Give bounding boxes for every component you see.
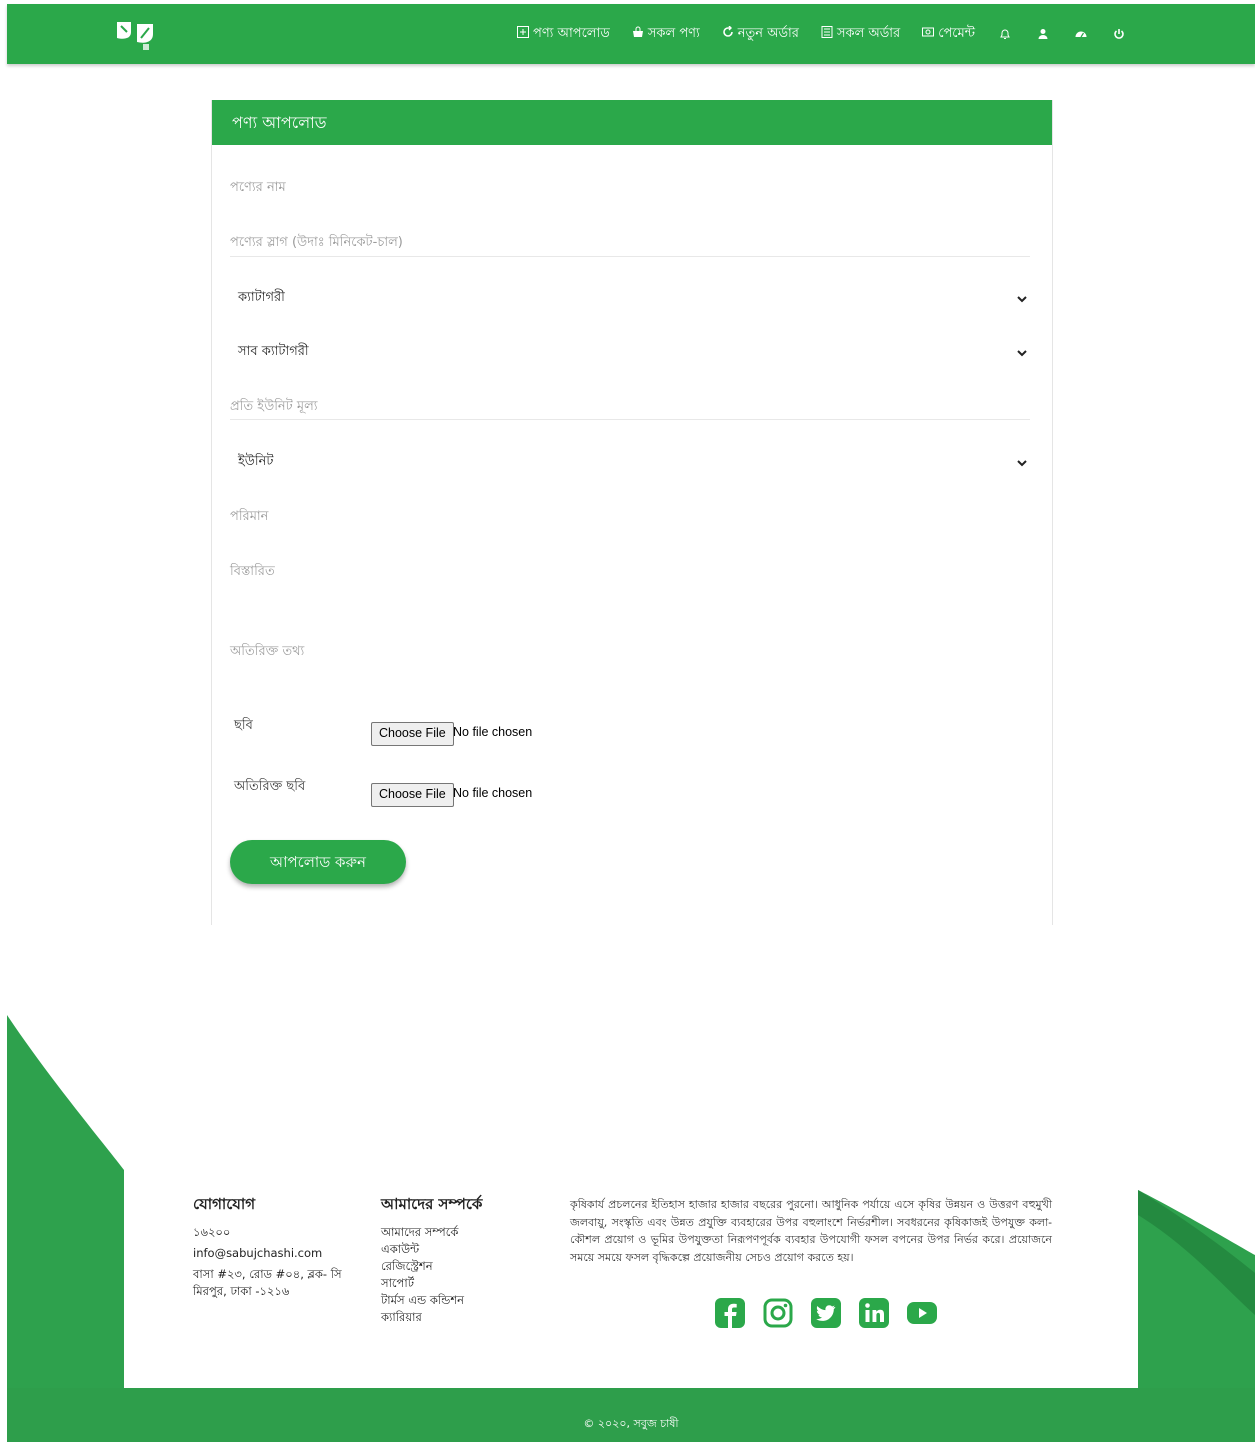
youtube-icon[interactable] [906, 1297, 938, 1329]
quantity-input[interactable]: পরিমান [230, 507, 1030, 528]
card-title: পণ্য আপলোড [212, 100, 1052, 145]
bag-icon [632, 26, 644, 42]
footer-address-line1: বাসা #২৩, রোড #০৪, ব্লক- সি [193, 1267, 342, 1281]
footer-email[interactable]: info@sabujchashi.com [193, 1245, 342, 1262]
choose-image-button[interactable]: Choose File [371, 722, 454, 746]
image-file-status: No file chosen [453, 725, 533, 739]
choose-extra-image-button[interactable]: Choose File [371, 783, 454, 807]
chevron-down-icon [1017, 459, 1027, 466]
chevron-down-icon [1017, 295, 1027, 302]
footer-link-registration[interactable]: রেজিস্ট্রেশন [381, 1258, 482, 1275]
image-label: ছবি [234, 718, 253, 733]
copyright-text: © ২০২০, সবুজ চাষী [583, 1417, 679, 1430]
extra-info-textarea[interactable]: অতিরিক্ত তথ্য [230, 642, 1030, 702]
nav-payment[interactable]: পেমেন্ট [922, 24, 975, 45]
category-label: ক্যাটাগরী [238, 290, 285, 305]
unit-label: ইউনিট [238, 454, 274, 469]
nav-label: পণ্য আপলোড [533, 25, 610, 41]
footer-contact: যোগাযোগ ১৬২০০ info@sabujchashi.com বাসা … [193, 1193, 342, 1300]
footer-link-terms[interactable]: টার্মস এন্ড কন্ডিশন [381, 1292, 482, 1309]
money-icon [922, 26, 935, 42]
plus-square-icon [517, 26, 529, 42]
subcategory-label: সাব ক্যাটাগরী [238, 344, 309, 359]
logo-icon[interactable] [115, 18, 159, 54]
twitter-icon[interactable] [810, 1297, 842, 1329]
list-icon [821, 26, 833, 42]
social-links [714, 1297, 938, 1329]
nav-label: সকল অর্ডার [836, 25, 901, 41]
power-icon[interactable] [1111, 26, 1127, 42]
nav-product-upload[interactable]: পণ্য আপলোড [517, 24, 610, 45]
extra-image-label: অতিরিক্ত ছবি [234, 779, 306, 794]
nav-all-orders[interactable]: সকল অর্ডার [821, 24, 900, 45]
footer-address-line2: মিরপুর, ঢাকা -১২১৬ [193, 1284, 290, 1298]
top-navbar: পণ্য আপলোড সকল পণ্য নতুন অর্ডার সকল অর্ড… [7, 4, 1255, 64]
details-textarea[interactable]: বিস্তারিত [230, 562, 1030, 622]
footer-link-support[interactable]: সাপোর্ট [381, 1275, 482, 1292]
product-slug-input[interactable]: পণ্যের স্লাগ (উদাঃ মিনিকেট-চাল) [230, 233, 1030, 257]
footer-phone: ১৬২০০ [193, 1225, 231, 1239]
refresh-icon [722, 25, 734, 42]
unit-select[interactable]: ইউনিট [230, 452, 1030, 473]
category-select[interactable]: ক্যাটাগরী [230, 288, 1030, 309]
footer-bottom-bar: © ২০২০, সবুজ চাষী [7, 1388, 1255, 1442]
facebook-icon[interactable] [714, 1297, 746, 1329]
product-upload-card: পণ্য আপলোড পণ্যের নাম পণ্যের স্লাগ (উদাঃ… [211, 100, 1053, 925]
dashboard-icon[interactable] [1073, 26, 1089, 42]
nav-label: পেমেন্ট [938, 25, 975, 41]
instagram-icon[interactable] [762, 1297, 794, 1329]
footer-contact-title: যোগাযোগ [193, 1195, 256, 1213]
user-icon[interactable] [1035, 26, 1051, 42]
nav-new-orders[interactable]: নতুন অর্ডার [722, 24, 799, 45]
nav-label: নতুন অর্ডার [737, 25, 799, 41]
chevron-down-icon [1017, 349, 1027, 356]
product-name-input[interactable]: পণ্যের নাম [230, 178, 1030, 199]
subcategory-select[interactable]: সাব ক্যাটাগরী [230, 342, 1030, 363]
bell-icon[interactable] [997, 26, 1013, 42]
linkedin-icon[interactable] [858, 1297, 890, 1329]
footer-about-title: আমাদের সম্পর্কে [381, 1195, 483, 1213]
footer-link-career[interactable]: ক্যারিয়ার [381, 1309, 482, 1326]
unit-price-input[interactable]: প্রতি ইউনিট মূল্য [230, 397, 1030, 420]
nav-all-products[interactable]: সকল পণ্য [632, 24, 700, 45]
nav-label: সকল পণ্য [647, 25, 700, 41]
footer-link-account[interactable]: একাউন্ট [381, 1241, 482, 1258]
extra-image-file-status: No file chosen [453, 786, 533, 800]
upload-submit-button[interactable]: আপলোড করুন [230, 840, 406, 884]
footer-link-about[interactable]: আমাদের সম্পর্কে [381, 1224, 482, 1241]
footer-about: আমাদের সম্পর্কে আমাদের সম্পর্কে একাউন্ট … [381, 1193, 482, 1326]
footer-description: কৃষিকার্য প্রচলনের ইতিহাস হাজার হাজার বছ… [570, 1198, 1052, 1264]
